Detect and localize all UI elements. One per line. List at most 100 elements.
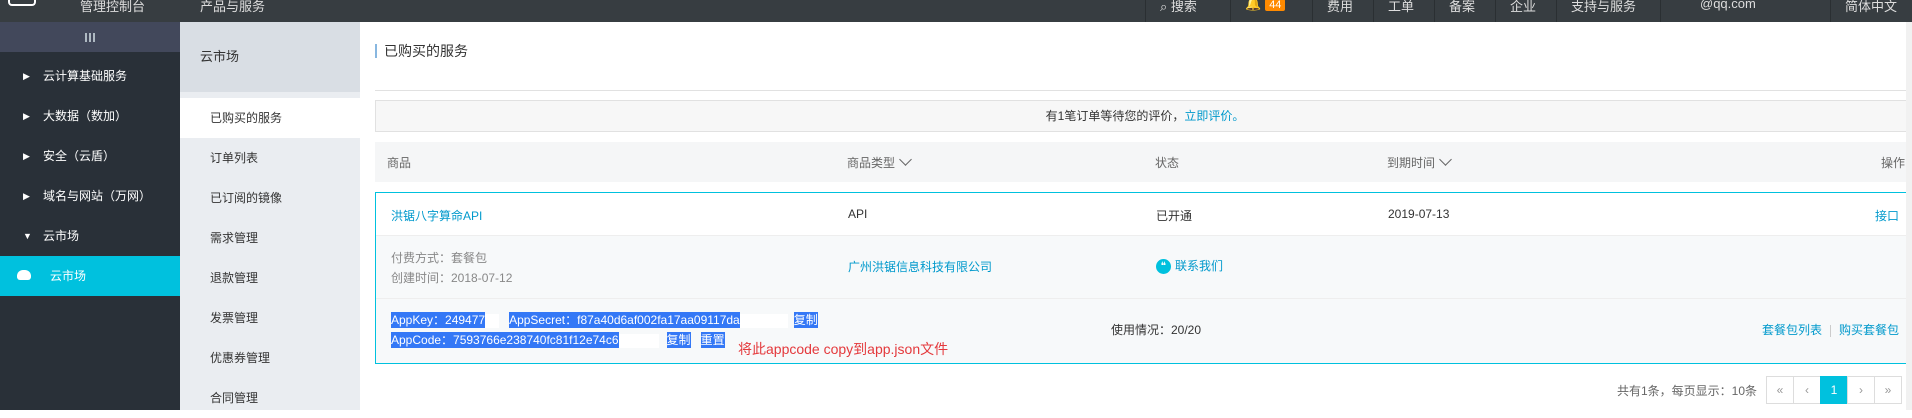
notification-badge: 44 [1265, 0, 1286, 11]
order-details-row: 付费方式：套餐包 创建时间：2018-07-12 广州洪锯信息科技有限公司 ❝ 联… [376, 235, 1912, 299]
sidebar-item-marketplace-group[interactable]: ▼ 云市场 [0, 216, 180, 256]
divider [1830, 0, 1831, 22]
expire-date: 2019-07-13 [1388, 207, 1450, 221]
subnav-item-coupons[interactable]: 优惠券管理 [180, 338, 360, 378]
subnav-item-invoices[interactable]: 发票管理 [180, 298, 360, 338]
appkey-text: AppKey：249477 [391, 312, 486, 328]
topbar-item-support[interactable]: 支持与服务 [1571, 0, 1636, 22]
prev-page-button[interactable]: ‹ [1793, 376, 1821, 404]
page-title: 已购买的服务 [375, 44, 468, 58]
contact-us-link[interactable]: ❝ 联系我们 [1156, 257, 1224, 275]
language-switch[interactable]: 简体中文 [1845, 0, 1897, 22]
topbar-item-billing[interactable]: 费用 [1327, 0, 1353, 22]
aliyun-logo-icon[interactable] [8, 0, 36, 6]
sidebar-item-cloud-computing[interactable]: ▶ 云计算基础服务 [0, 56, 180, 96]
sidebar-item-domains[interactable]: ▶ 域名与网站（万网） [0, 176, 180, 216]
account-menu[interactable]: @qq.com [1700, 0, 1756, 22]
column-header-type[interactable]: 商品类型 [847, 153, 912, 171]
appcode-line: AppCode：7593766e238740fc81f12e74c6 复制 重置 [391, 331, 725, 348]
api-interface-link[interactable]: 接口 [1875, 207, 1899, 224]
column-header-expire[interactable]: 到期时间 [1387, 153, 1452, 171]
subnav-item-subscribed-images[interactable]: 已订阅的镜像 [180, 178, 360, 218]
secondary-sidebar-title: 云市场 [180, 22, 360, 92]
appcode-text: AppCode：7593766e238740fc81f12e74c6 [391, 332, 619, 348]
subnav-item-orders[interactable]: 订单列表 [180, 138, 360, 178]
last-page-button[interactable]: » [1874, 376, 1902, 404]
page-button-current[interactable]: 1 [1820, 376, 1848, 404]
subnav-item-contracts[interactable]: 合同管理 [180, 378, 360, 418]
divider [1495, 0, 1496, 22]
divider [1373, 0, 1374, 22]
product-name-link[interactable]: 洪锯八字算命API [391, 207, 482, 224]
package-list-link[interactable]: 套餐包列表 [1762, 323, 1822, 337]
chevron-down-icon [899, 153, 912, 166]
divider [1312, 0, 1313, 22]
column-header-product: 商品 [387, 156, 412, 170]
page-scrollbar[interactable] [1906, 22, 1912, 410]
review-now-link[interactable]: 立即评价。 [1184, 109, 1244, 123]
first-page-button[interactable]: « [1766, 376, 1794, 404]
copy-appcode-button[interactable]: 复制 [666, 332, 691, 348]
products-menu[interactable]: 产品与服务 [200, 0, 265, 15]
divider [1145, 0, 1146, 22]
secondary-sidebar: 云市场 已购买的服务 订单列表 已订阅的镜像 需求管理 退款管理 发票管理 优惠… [180, 22, 360, 410]
pagination: 共有1条，每页显示：10条 « ‹ 1 › » [1617, 376, 1902, 404]
table-header: 商品 商品类型 状态 到期时间 操作 [375, 142, 1912, 182]
sidebar-item-label: 云市场 [43, 229, 80, 243]
divider [1230, 0, 1231, 22]
sidebar-item-marketplace[interactable]: 云市场 [0, 256, 180, 296]
table-row: 洪锯八字算命API API 已开通 2019-07-13 接口 [376, 193, 1912, 235]
notice-text: 有1笔订单等待您的评价， [1045, 109, 1185, 123]
sidebar-item-big-data[interactable]: ▶ 大数据（数加） [0, 96, 180, 136]
topbar-item-tickets[interactable]: 工单 [1388, 0, 1414, 22]
subnav-item-purchased-services[interactable]: 已购买的服务 [180, 98, 360, 138]
package-actions: 套餐包列表 购买套餐包 [1762, 321, 1899, 338]
console-link[interactable]: 管理控制台 [80, 0, 145, 15]
sidebar-item-label: 域名与网站（万网） [43, 189, 152, 203]
notifications-button[interactable]: 🔔 44 [1245, 0, 1286, 22]
top-navbar: 管理控制台 产品与服务 ⌕ 搜索 🔔 44 费用 工单 备案 企业 支持与服务 @… [0, 0, 1912, 22]
reset-appcode-button[interactable]: 重置 [700, 332, 725, 348]
subnav-item-refunds[interactable]: 退款管理 [180, 258, 360, 298]
buy-package-link[interactable]: 购买套餐包 [1839, 323, 1899, 337]
column-header-label: 商品类型 [847, 156, 896, 170]
column-header-action: 操作 [1880, 156, 1905, 170]
sidebar-item-label: 云市场 [50, 269, 87, 283]
topbar-item-icp[interactable]: 备案 [1449, 0, 1475, 22]
caret-down-icon: ▼ [23, 231, 32, 241]
search-icon: ⌕ [1160, 0, 1168, 14]
pay-method: 付费方式：套餐包 [391, 251, 488, 265]
credentials-row: AppKey：249477 AppSecret：f87a40d6af002fa17… [376, 299, 1912, 363]
topbar-item-enterprise[interactable]: 企业 [1510, 0, 1536, 22]
review-notice: 有1笔订单等待您的评价，立即评价。 [375, 100, 1912, 132]
created-time: 创建时间：2018-07-12 [391, 271, 513, 285]
appcode-annotation: 将此appcode copy到app.json文件 [738, 341, 949, 357]
search-button[interactable]: ⌕ 搜索 [1160, 0, 1197, 22]
appkey-line: AppKey：249477 AppSecret：f87a40d6af002fa17… [391, 311, 818, 328]
left-sidebar: ▶ 云计算基础服务 ▶ 大数据（数加） ▶ 安全（云盾） ▶ 域名与网站（万网） ▼ 云市… [0, 22, 180, 410]
sidebar-collapse-toggle[interactable] [0, 22, 180, 52]
product-type: API [848, 207, 868, 221]
chevron-down-icon [1439, 153, 1452, 166]
column-header-label: 到期时间 [1387, 156, 1436, 170]
caret-right-icon: ▶ [23, 191, 30, 201]
divider [1434, 0, 1435, 22]
sidebar-item-label: 云计算基础服务 [43, 69, 128, 83]
column-header-status: 状态 [1155, 156, 1180, 170]
divider [1556, 0, 1557, 22]
search-label: 搜索 [1170, 0, 1197, 14]
order-card: 洪锯八字算命API API 已开通 2019-07-13 接口 付费方式：套餐包… [375, 192, 1912, 364]
divider [1829, 324, 1831, 337]
bell-icon: 🔔 [1245, 0, 1262, 11]
vendor-link[interactable]: 广州洪锯信息科技有限公司 [848, 258, 992, 275]
cloud-icon [17, 270, 31, 280]
contact-label: 联系我们 [1175, 259, 1224, 273]
sidebar-item-label: 大数据（数加） [43, 109, 128, 123]
next-page-button[interactable]: › [1847, 376, 1875, 404]
subnav-item-requirements[interactable]: 需求管理 [180, 218, 360, 258]
copy-appsecret-button[interactable]: 复制 [793, 312, 818, 328]
divider [1660, 0, 1661, 22]
sidebar-item-security[interactable]: ▶ 安全（云盾） [0, 136, 180, 176]
sidebar-item-label: 安全（云盾） [43, 149, 116, 163]
caret-right-icon: ▶ [23, 71, 30, 81]
